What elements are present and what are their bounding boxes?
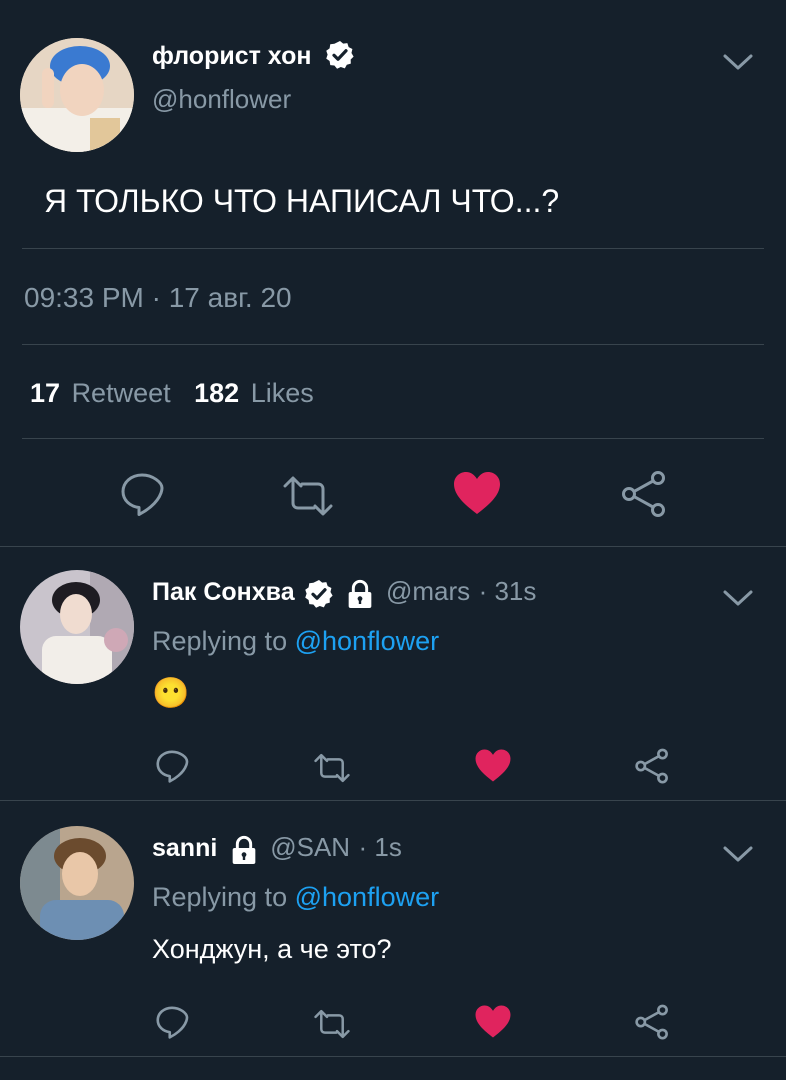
tweet-text: 😶 [152, 677, 190, 710]
avatar[interactable] [20, 38, 134, 152]
lock-icon [348, 579, 371, 608]
like-count[interactable]: 182 Likes [194, 378, 314, 408]
retweet-icon[interactable] [280, 474, 336, 518]
reply-icon[interactable] [154, 748, 190, 784]
reply-icon[interactable] [154, 1004, 190, 1040]
replying-to: Replying to @honflower [152, 626, 440, 656]
replying-to-link[interactable]: @honflower [295, 882, 439, 912]
share-icon[interactable] [620, 470, 668, 518]
chevron-down-icon[interactable] [722, 844, 754, 864]
heart-icon[interactable] [474, 1004, 512, 1039]
chevron-down-icon[interactable] [722, 52, 754, 72]
retweet-icon[interactable] [312, 1008, 352, 1040]
retweet-icon[interactable] [312, 752, 352, 784]
handle[interactable]: @mars [386, 576, 470, 606]
share-icon[interactable] [634, 1004, 670, 1040]
divider [22, 438, 764, 439]
tweet-time: · 31s [478, 576, 537, 606]
handle[interactable]: @SAN [270, 832, 350, 862]
tweet-text: Хонджун, а че это? [152, 934, 392, 964]
divider [0, 546, 786, 547]
tweet-text: Я ТОЛЬКО ЧТО НАПИСАЛ ЧТО...? [44, 183, 560, 219]
avatar[interactable] [20, 570, 134, 684]
replying-to: Replying to @honflower [152, 882, 440, 912]
divider [0, 800, 786, 801]
tweet-stats: 17 Retweet 182 Likes [30, 378, 314, 409]
chevron-down-icon[interactable] [722, 588, 754, 608]
share-icon[interactable] [634, 748, 670, 784]
heart-icon[interactable] [452, 470, 502, 516]
tweet-time: · 1s [358, 832, 402, 862]
reply-icon[interactable] [118, 470, 166, 518]
replying-to-link[interactable]: @honflower [295, 626, 439, 656]
divider [22, 248, 764, 249]
retweet-count[interactable]: 17 Retweet [30, 378, 178, 408]
verified-badge-icon [326, 41, 355, 70]
divider [22, 344, 764, 345]
avatar[interactable] [20, 826, 134, 940]
timestamp[interactable]: 09:33 PM · 17 авг. 20 [24, 282, 292, 314]
handle[interactable]: @honflower [152, 84, 291, 115]
divider [0, 1056, 786, 1057]
verified-badge-icon [305, 579, 333, 608]
display-name[interactable]: флорист хон [152, 42, 311, 70]
display-name[interactable]: Пак Сонхва [152, 578, 295, 606]
lock-icon [232, 835, 256, 864]
display-name[interactable]: sanni [152, 834, 217, 862]
heart-icon[interactable] [474, 748, 512, 783]
